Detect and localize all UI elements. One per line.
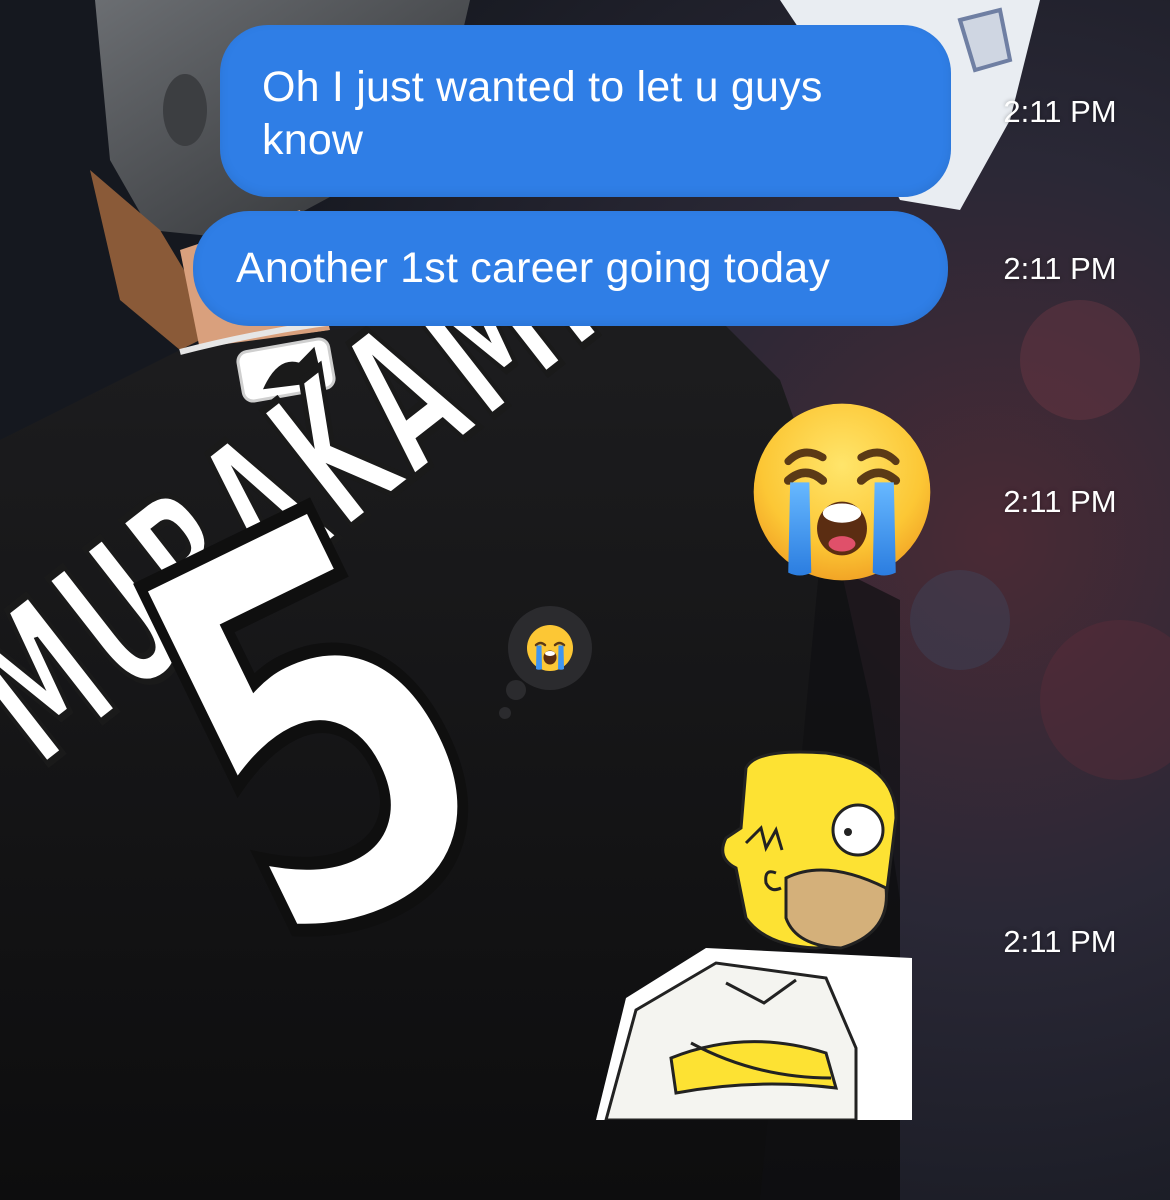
loudly-crying-face-icon[interactable]: [746, 396, 938, 588]
message-text: Another 1st career going today: [236, 244, 831, 292]
message-timestamp: 2:11 PM: [1003, 94, 1117, 129]
reaction-bubble[interactable]: [492, 598, 592, 728]
message-bubble[interactable]: Another 1st career going today: [193, 211, 948, 326]
message-timestamp: 2:11 PM: [1003, 251, 1117, 286]
message-text: Oh I just wanted to let u guys know: [262, 63, 823, 164]
message-bubble[interactable]: Oh I just wanted to let u guys know: [220, 25, 951, 197]
loudly-crying-face-icon: [527, 625, 573, 671]
homer-simpson-sticker[interactable]: [596, 748, 912, 1120]
message-timestamp: 2:11 PM: [1003, 924, 1117, 959]
message-timestamp: 2:11 PM: [1003, 484, 1117, 519]
